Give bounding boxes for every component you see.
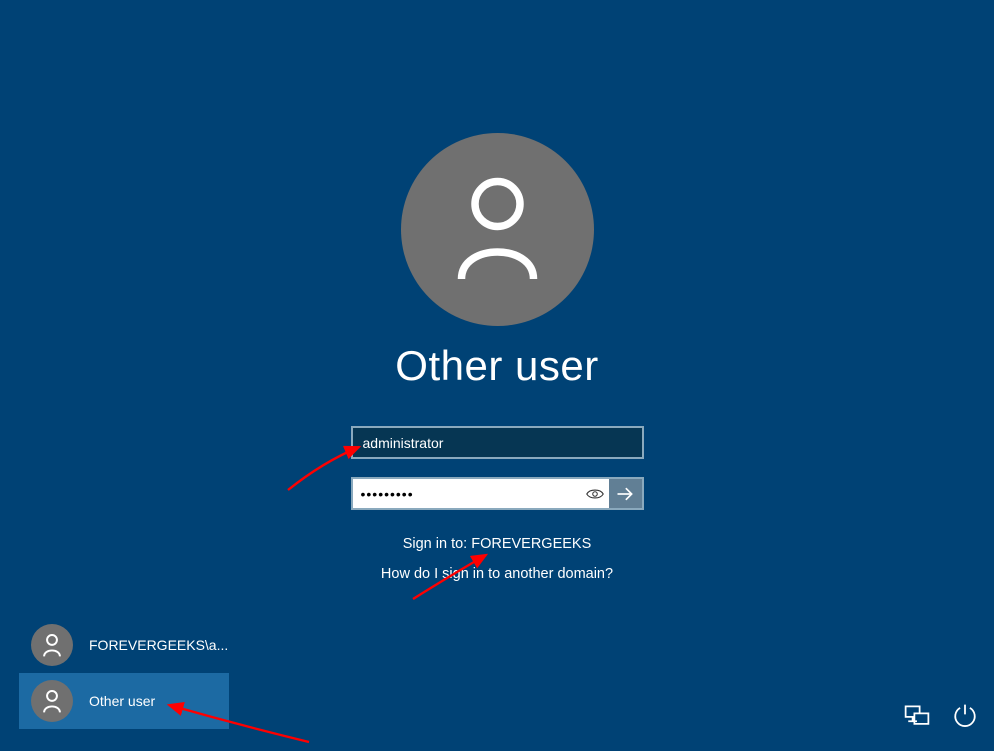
login-center: Other user Sign in to: FOREVERGEEKS How …	[0, 133, 994, 582]
signin-domain: FOREVERGEEKS	[471, 536, 591, 552]
reveal-password-icon[interactable]	[581, 479, 609, 508]
login-screen: Other user Sign in to: FOREVERGEEKS How …	[0, 0, 994, 751]
password-row	[351, 477, 644, 510]
network-icon	[903, 702, 931, 730]
person-icon	[42, 634, 62, 657]
user-list: FOREVERGEEKS\a... Other user	[19, 617, 229, 729]
user-label: FOREVERGEEKS\a...	[89, 637, 228, 653]
user-item-other-user[interactable]: Other user	[19, 673, 229, 729]
password-input[interactable]	[353, 479, 581, 508]
login-title: Other user	[395, 342, 598, 390]
arrow-right-icon	[615, 484, 635, 504]
power-button[interactable]	[950, 701, 980, 731]
other-domain-help-link[interactable]: How do I sign in to another domain?	[381, 566, 613, 582]
network-button[interactable]	[902, 701, 932, 731]
person-icon	[42, 690, 62, 713]
user-avatar-large	[401, 133, 594, 326]
user-label: Other user	[89, 693, 155, 709]
person-icon	[450, 177, 545, 282]
signin-domain-label: Sign in to: FOREVERGEEKS	[403, 536, 592, 552]
user-avatar-small	[31, 680, 73, 722]
user-item-account[interactable]: FOREVERGEEKS\a...	[19, 617, 229, 673]
submit-button[interactable]	[609, 479, 642, 508]
power-icon	[952, 703, 978, 729]
username-input[interactable]	[351, 426, 644, 459]
system-corner	[902, 701, 980, 731]
user-avatar-small	[31, 624, 73, 666]
signin-prefix: Sign in to:	[403, 536, 472, 552]
